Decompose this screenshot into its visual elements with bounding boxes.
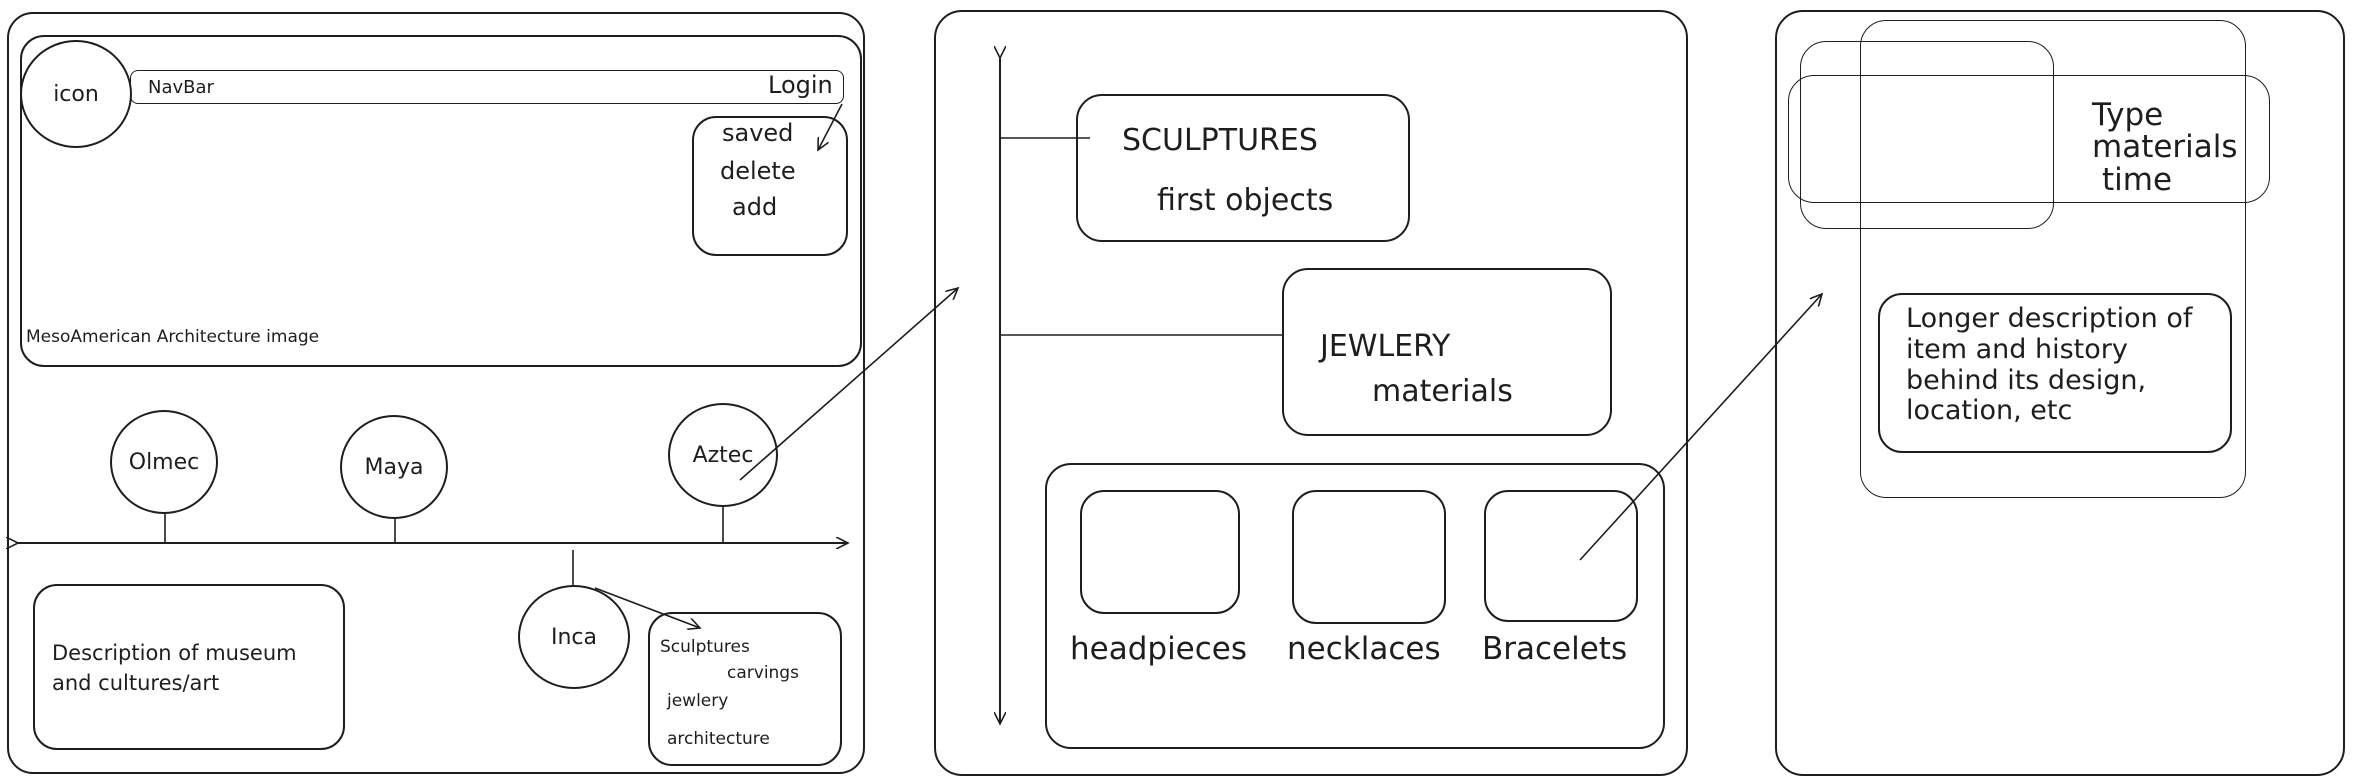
culture-menu-item-carvings[interactable]: carvings	[727, 663, 799, 684]
navbar-label: NavBar	[148, 77, 214, 98]
logo-icon[interactable]: icon	[20, 40, 132, 148]
category-label-headpieces[interactable]: headpieces	[1070, 631, 1247, 668]
menu-item-add[interactable]: add	[732, 193, 777, 222]
timeline-node-aztec[interactable]: Aztec	[668, 403, 778, 507]
hero-image-caption: MesoAmerican Architecture image	[26, 327, 320, 347]
section-subtitle: materials	[1372, 374, 1513, 409]
section-card-sculptures[interactable]	[1076, 94, 1410, 242]
timeline-node-label: Inca	[550, 624, 597, 650]
timeline-node-olmec[interactable]: Olmec	[110, 410, 218, 514]
menu-item-saved[interactable]: saved	[722, 119, 793, 148]
culture-menu-item-architecture[interactable]: architecture	[667, 729, 770, 750]
timeline-node-maya[interactable]: Maya	[340, 415, 448, 519]
timeline-node-label: Maya	[364, 454, 424, 480]
menu-item-delete[interactable]: delete	[720, 157, 796, 186]
section-title: JEWLERY	[1320, 329, 1451, 364]
category-thumb-necklaces[interactable]	[1292, 490, 1446, 624]
museum-description: Description of museum and cultures/art	[52, 641, 297, 696]
category-thumb-headpieces[interactable]	[1080, 490, 1240, 614]
item-detail-materials: materials	[2092, 129, 2238, 165]
section-subtitle: first objects	[1157, 183, 1334, 218]
culture-menu-item-sculptures[interactable]: Sculptures	[660, 637, 750, 658]
section-title: SCULPTURES	[1122, 123, 1318, 158]
category-label-necklaces[interactable]: necklaces	[1287, 631, 1441, 668]
timeline-node-inca[interactable]: Inca	[518, 585, 630, 689]
category-label-bracelets[interactable]: Bracelets	[1482, 631, 1627, 668]
login-link[interactable]: Login	[768, 71, 833, 100]
timeline-node-label: Olmec	[128, 449, 200, 475]
logo-icon-label: icon	[53, 81, 99, 107]
item-long-description: Longer description of item and history b…	[1906, 303, 2193, 427]
item-detail-time: time	[2102, 162, 2173, 198]
navbar[interactable]	[130, 70, 844, 104]
category-thumb-bracelets[interactable]	[1484, 490, 1638, 622]
timeline-node-label: Aztec	[692, 442, 754, 468]
culture-menu-item-jewlery[interactable]: jewlery	[667, 691, 728, 712]
